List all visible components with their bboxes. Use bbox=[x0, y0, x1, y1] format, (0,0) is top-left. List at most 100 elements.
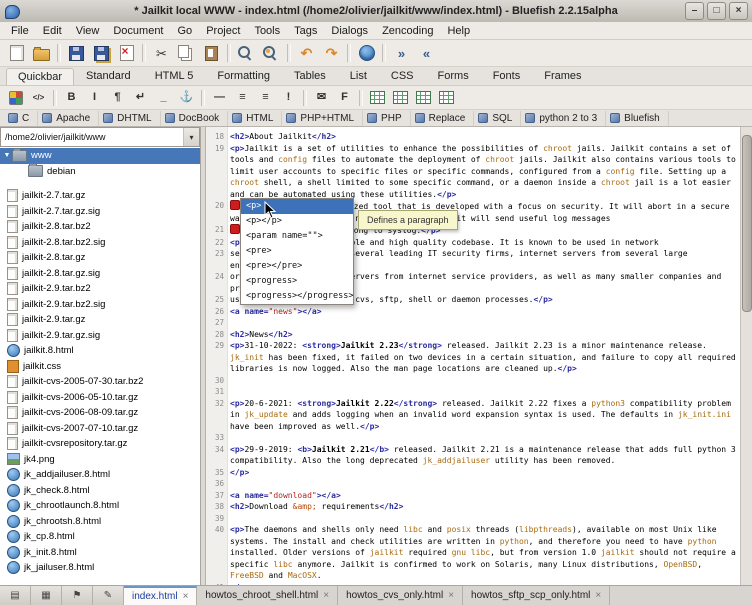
file-item[interactable]: jailkit-2.8.tar.gz.sig bbox=[0, 266, 200, 282]
path-combobox[interactable]: /home2/olivier/jailkit/www ▾ bbox=[0, 127, 200, 147]
autocomplete-item[interactable]: <progress> bbox=[241, 274, 353, 289]
language-filter-apache[interactable]: Apache bbox=[38, 111, 99, 126]
quickbar-tab-list[interactable]: List bbox=[338, 67, 379, 85]
quickbar-tab-forms[interactable]: Forms bbox=[426, 67, 481, 85]
editor-line-content[interactable]: <h2>About Jailkit</h2> bbox=[228, 131, 740, 143]
file-item[interactable]: jk4.png bbox=[0, 452, 200, 468]
quickbar-tab-quickbar[interactable]: Quickbar bbox=[6, 68, 74, 85]
menu-help[interactable]: Help bbox=[440, 24, 477, 38]
filebrowser-tab[interactable]: ▦ bbox=[31, 586, 62, 605]
file-item[interactable]: jk_chrootsh.8.html bbox=[0, 514, 200, 530]
language-filter-docbook[interactable]: DocBook bbox=[161, 111, 229, 126]
close-icon[interactable]: × bbox=[323, 590, 329, 601]
code-editor[interactable]: 18<h2>About Jailkit</h2>19<p>Jailkit is … bbox=[206, 127, 740, 585]
language-filter-bluefish[interactable]: Bluefish bbox=[606, 111, 669, 126]
line-break-button[interactable]: ↵ bbox=[129, 87, 152, 108]
file-item[interactable]: jk_chrootlaunch.8.html bbox=[0, 498, 200, 514]
file-item[interactable]: jk_jailuser.8.html bbox=[0, 560, 200, 576]
editor-line-content[interactable] bbox=[228, 513, 740, 525]
snippets-tab[interactable]: ✎ bbox=[93, 586, 124, 605]
paste-button[interactable] bbox=[199, 41, 224, 65]
file-item[interactable]: jailkit-cvs-2007-07-10.tar.gz bbox=[0, 421, 200, 437]
redo-button[interactable] bbox=[319, 41, 344, 65]
editor-line-content[interactable] bbox=[228, 317, 740, 329]
paragraph-button[interactable]: ¶ bbox=[106, 87, 129, 108]
editor-line-content[interactable]: <a name="download"></a> bbox=[228, 490, 740, 502]
anchor-button[interactable]: ⚓ bbox=[175, 87, 198, 108]
tree-item-debian[interactable]: debian bbox=[0, 164, 200, 180]
autocomplete-item[interactable]: <pre> bbox=[241, 244, 353, 259]
maximize-button[interactable]: □ bbox=[707, 2, 726, 20]
file-item[interactable]: jailkit-2.8.tar.bz2.sig bbox=[0, 235, 200, 251]
document-tab[interactable]: howtos_cvs_only.html× bbox=[338, 586, 463, 605]
quickbar-tab-css[interactable]: CSS bbox=[379, 67, 426, 85]
editor-line-content[interactable]: <p>20-6-2021: <strong>Jailkit 2.22</stro… bbox=[228, 398, 740, 433]
font-size-button[interactable]: F bbox=[333, 87, 356, 108]
file-item[interactable]: jk_addjailuser.8.html bbox=[0, 467, 200, 483]
quickbar-tab-html-5[interactable]: HTML 5 bbox=[143, 67, 206, 85]
indent-button[interactable] bbox=[389, 41, 414, 65]
quickbar-tab-fonts[interactable]: Fonts bbox=[481, 67, 533, 85]
language-filter-python-2-to-3[interactable]: python 2 to 3 bbox=[521, 111, 606, 126]
editor-line-content[interactable]: <p>The daemons and shells only need libc… bbox=[228, 524, 740, 582]
bold-button[interactable]: B bbox=[60, 87, 83, 108]
menu-view[interactable]: View bbox=[69, 24, 107, 38]
file-item[interactable]: jailkit-2.9.tar.gz.sig bbox=[0, 328, 200, 344]
autocomplete-item[interactable]: <param name=""> bbox=[241, 229, 353, 244]
file-item[interactable]: jailkit-cvs-2005-07-30.tar.bz2 bbox=[0, 374, 200, 390]
file-item[interactable]: jailkit-cvs-2006-05-10.tar.gz bbox=[0, 390, 200, 406]
autocomplete-item[interactable]: <pre></pre> bbox=[241, 259, 353, 274]
editor-line-content[interactable] bbox=[228, 386, 740, 398]
find-and-replace-button[interactable] bbox=[259, 41, 284, 65]
close-icon[interactable]: × bbox=[183, 591, 189, 602]
close-document-button[interactable] bbox=[114, 41, 139, 65]
file-item[interactable]: jailkit.css bbox=[0, 359, 200, 375]
bookmarks-tab[interactable]: ⚑ bbox=[62, 586, 93, 605]
file-item[interactable]: jailkit-2.8.tar.bz2 bbox=[0, 219, 200, 235]
table-button[interactable] bbox=[366, 87, 389, 108]
undo-button[interactable] bbox=[294, 41, 319, 65]
file-item[interactable]: jailkit-cvs-2006-08-09.tar.gz bbox=[0, 405, 200, 421]
document-tab[interactable]: howtos_sftp_scp_only.html× bbox=[463, 586, 610, 605]
menu-edit[interactable]: Edit bbox=[36, 24, 69, 38]
menu-tags[interactable]: Tags bbox=[287, 24, 324, 38]
editor-line-content[interactable]: <h2>Download &amp; requirements</h2> bbox=[228, 501, 740, 513]
center-button[interactable]: ≡ bbox=[231, 87, 254, 108]
preview-in-browser-button[interactable] bbox=[354, 41, 379, 65]
quickbar-tab-tables[interactable]: Tables bbox=[282, 67, 338, 85]
close-icon[interactable]: × bbox=[595, 590, 601, 601]
non-breaking-space-button[interactable]: _ bbox=[152, 87, 175, 108]
autocomplete-item[interactable]: <progress></progress> bbox=[241, 289, 353, 304]
quickbar-tab-formatting[interactable]: Formatting bbox=[205, 67, 282, 85]
open-file-button[interactable] bbox=[29, 41, 54, 65]
file-item[interactable]: jk_init.8.html bbox=[0, 545, 200, 561]
editor-line-content[interactable] bbox=[228, 432, 740, 444]
tree-item-www[interactable]: ▼www bbox=[0, 148, 200, 164]
file-item[interactable]: jailkit-2.7.tar.gz bbox=[0, 188, 200, 204]
chevron-down-icon[interactable]: ▾ bbox=[183, 128, 199, 146]
file-item[interactable]: jailkit-cvsrepository.tar.gz bbox=[0, 436, 200, 452]
email-button[interactable]: ✉ bbox=[310, 87, 333, 108]
cut-button[interactable] bbox=[149, 41, 174, 65]
language-filter-sql[interactable]: SQL bbox=[474, 111, 521, 126]
autocomplete-item[interactable]: <p> bbox=[241, 199, 353, 214]
file-item[interactable]: jailkit-2.8.tar.gz bbox=[0, 250, 200, 266]
menu-file[interactable]: File bbox=[4, 24, 36, 38]
open-documents-tab[interactable]: ▤ bbox=[0, 586, 31, 605]
table-cell-button[interactable] bbox=[412, 87, 435, 108]
new-document-button[interactable] bbox=[4, 41, 29, 65]
menu-document[interactable]: Document bbox=[106, 24, 170, 38]
language-filter-php[interactable]: PHP bbox=[363, 111, 411, 126]
frameset-button[interactable] bbox=[435, 87, 458, 108]
close-icon[interactable]: × bbox=[448, 590, 454, 601]
body-button[interactable]: </> bbox=[27, 87, 50, 108]
file-item[interactable]: jk_check.8.html bbox=[0, 483, 200, 499]
minimize-button[interactable]: – bbox=[685, 2, 704, 20]
language-filter-c[interactable]: C bbox=[4, 111, 38, 126]
file-item[interactable]: jk_cp.8.html bbox=[0, 529, 200, 545]
close-button[interactable]: × bbox=[729, 2, 748, 20]
table-row-button[interactable] bbox=[389, 87, 412, 108]
expander-open-icon[interactable]: ▼ bbox=[2, 152, 12, 159]
editor-line-content[interactable]: <a name="news"></a> bbox=[228, 306, 740, 318]
editor-line-content[interactable] bbox=[228, 478, 740, 490]
